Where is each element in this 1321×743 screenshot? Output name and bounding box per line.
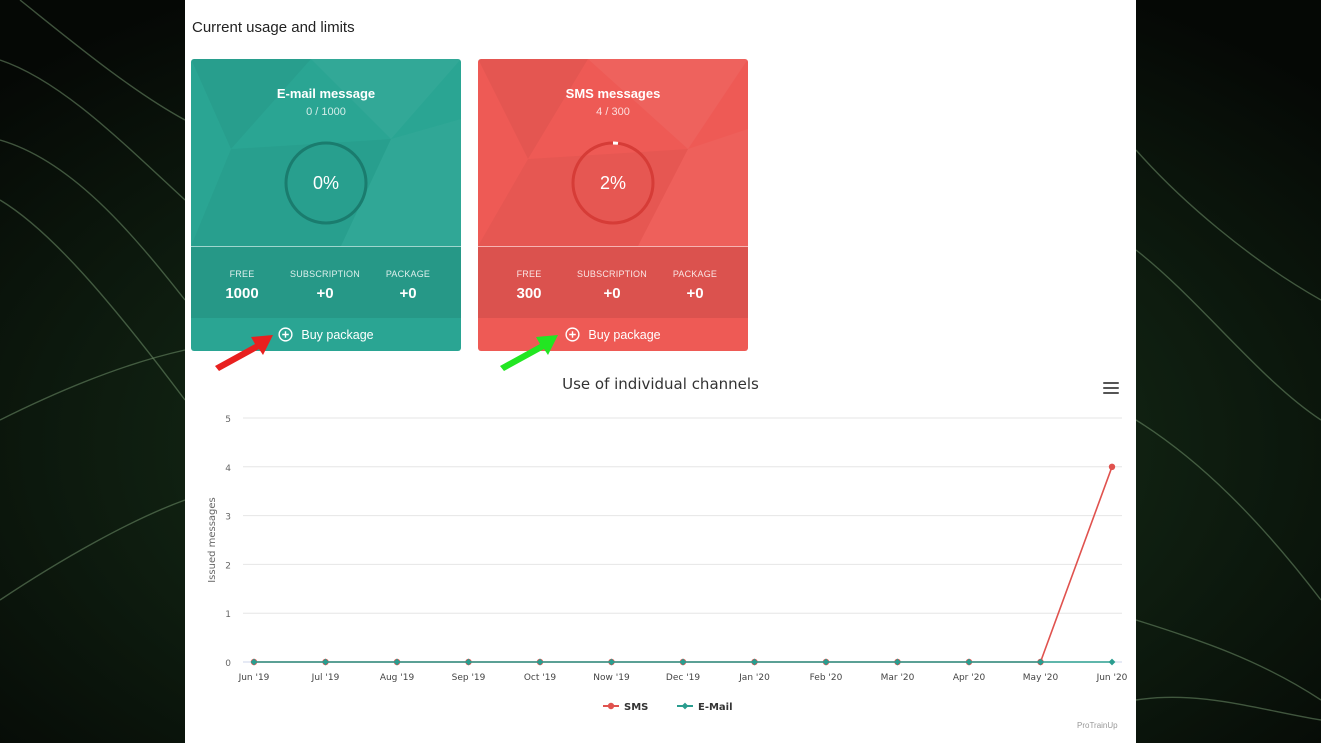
x-tick-label: Mar '20 bbox=[881, 673, 915, 683]
y-tick-label: 3 bbox=[225, 513, 231, 523]
legend-label: E-Mail bbox=[698, 702, 733, 713]
data-point bbox=[393, 658, 401, 666]
x-tick-label: Oct '19 bbox=[524, 673, 557, 683]
y-axis-label: Issued messages bbox=[207, 497, 218, 583]
data-point bbox=[679, 658, 687, 666]
x-tick-label: Aug '19 bbox=[380, 673, 415, 683]
data-point bbox=[465, 658, 472, 666]
x-tick-label: Feb '20 bbox=[810, 673, 843, 683]
data-point bbox=[1108, 658, 1116, 666]
x-tick-label: May '20 bbox=[1023, 673, 1059, 683]
y-tick-label: 0 bbox=[225, 659, 231, 669]
x-tick-label: Jun '19 bbox=[238, 673, 270, 683]
y-tick-label: 5 bbox=[225, 415, 231, 425]
legend-label: SMS bbox=[624, 702, 648, 713]
data-point bbox=[536, 658, 544, 666]
x-tick-label: Dec '19 bbox=[666, 673, 700, 683]
y-tick-label: 1 bbox=[225, 610, 231, 620]
data-point bbox=[322, 658, 329, 666]
line-chart: 0 1 2 3 4 5 Jun '19 Jul '19 Aug '19 Sep '19 Oct '1… bbox=[207, 415, 1128, 713]
data-point bbox=[1037, 658, 1044, 666]
legend-marker bbox=[607, 702, 615, 710]
data-point bbox=[822, 658, 830, 666]
data-point bbox=[894, 658, 901, 666]
main-panel: Current usage and limits E-mail message … bbox=[185, 0, 1136, 743]
data-point bbox=[250, 658, 258, 666]
data-point bbox=[965, 658, 973, 666]
x-tick-label: Jun '20 bbox=[1096, 673, 1128, 683]
credit-text: ProTrainUp bbox=[1077, 721, 1118, 730]
y-tick-label: 4 bbox=[225, 464, 231, 474]
x-tick-label: Now '19 bbox=[593, 673, 630, 683]
x-tick-label: Sep '19 bbox=[452, 673, 486, 683]
x-tick-label: Jul '19 bbox=[311, 673, 340, 683]
y-tick-label: 2 bbox=[225, 561, 231, 571]
data-point bbox=[608, 658, 615, 666]
data-point bbox=[1108, 463, 1116, 470]
x-tick-label: Jan '20 bbox=[738, 673, 770, 683]
x-tick-label: Apr '20 bbox=[953, 673, 986, 683]
data-point bbox=[751, 658, 758, 666]
legend-marker bbox=[681, 702, 689, 710]
